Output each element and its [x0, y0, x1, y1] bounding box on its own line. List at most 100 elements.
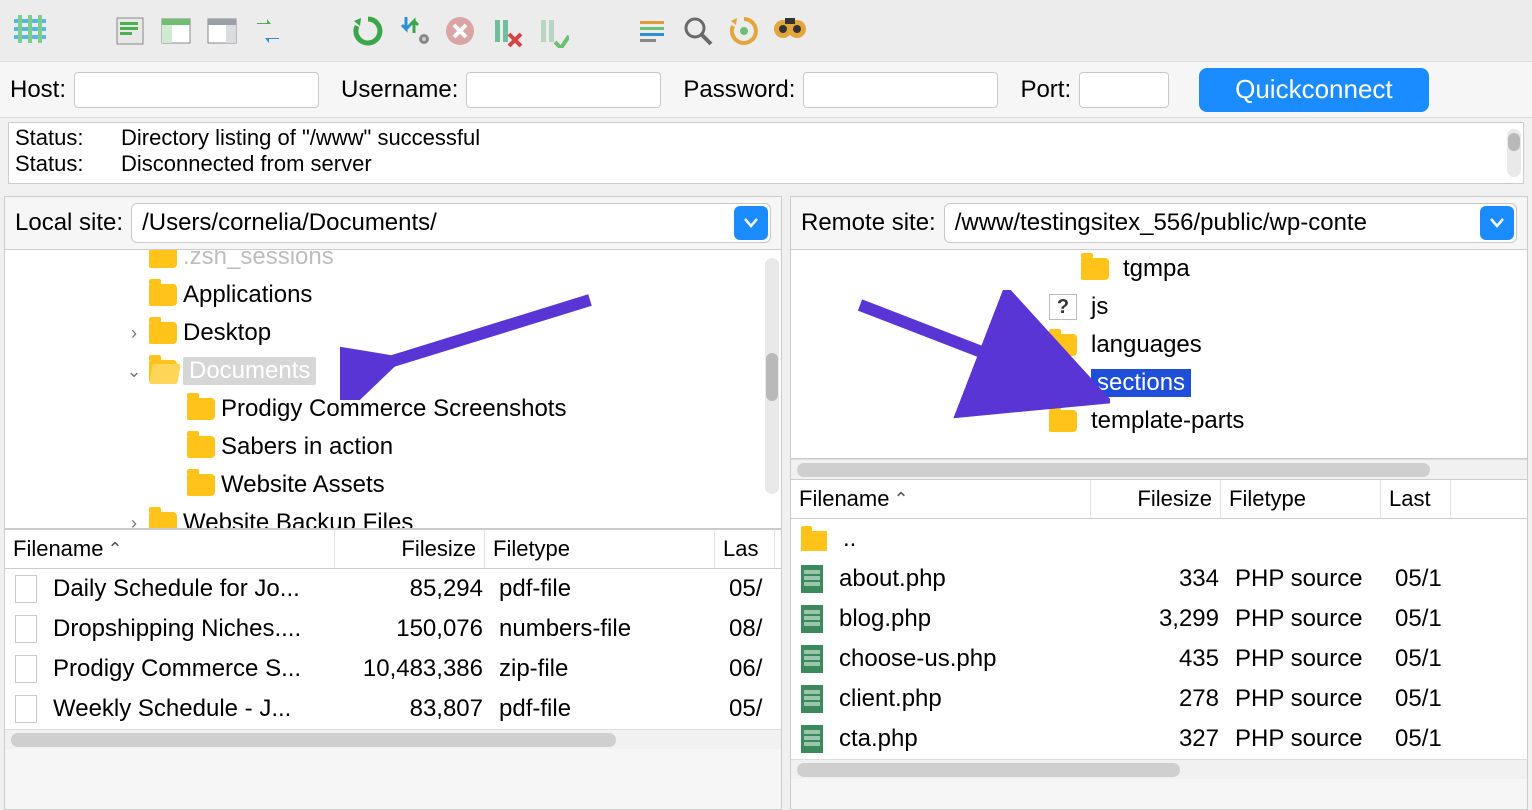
site-manager-icon[interactable]	[10, 11, 50, 51]
tree-item-label: Desktop	[183, 319, 271, 347]
toggle-log-icon[interactable]	[110, 11, 150, 51]
file-size: 85,294	[341, 575, 491, 603]
local-site-label: Local site:	[15, 209, 123, 237]
reconnect-icon[interactable]	[532, 11, 572, 51]
file-row[interactable]: Dropshipping Niches.... 150,076 numbers-…	[5, 609, 781, 649]
password-label: Password:	[683, 76, 795, 104]
compare-icon[interactable]	[724, 11, 764, 51]
tree-item[interactable]: languages	[791, 326, 1527, 364]
tree-item[interactable]: ›Website Backup Files	[5, 504, 781, 529]
host-label: Host:	[10, 76, 66, 104]
tree-item[interactable]: ⌄Documents	[5, 352, 781, 390]
tree-item[interactable]: Website Assets	[5, 466, 781, 504]
sort-asc-icon: ⌃	[107, 539, 122, 560]
toggle-remote-tree-icon[interactable]	[202, 11, 242, 51]
disconnect-icon[interactable]	[486, 11, 526, 51]
process-queue-icon[interactable]	[394, 11, 434, 51]
username-input[interactable]	[466, 72, 661, 108]
file-row[interactable]: about.php 334 PHP source 05/1	[791, 559, 1527, 599]
search-icon[interactable]	[678, 11, 718, 51]
file-type: PHP source	[1227, 725, 1387, 753]
file-row[interactable]: cta.php 327 PHP source 05/1	[791, 719, 1527, 759]
remote-file-list[interactable]: .. about.php 334 PHP source 05/1 blog.ph…	[791, 519, 1527, 759]
expand-chevron-icon[interactable]: ⌄	[125, 361, 143, 382]
remote-path-text: /www/testingsitex_556/public/wp-conte	[955, 209, 1367, 237]
file-name: Dropshipping Niches....	[45, 615, 341, 643]
tree-item[interactable]: sections	[791, 364, 1527, 402]
folder-icon	[1081, 258, 1109, 280]
sync-browse-icon[interactable]	[770, 11, 810, 51]
file-row[interactable]: Prodigy Commerce S... 10,483,386 zip-fil…	[5, 649, 781, 689]
unknown-folder-icon: ?	[1049, 294, 1077, 320]
filter-icon[interactable]	[632, 11, 672, 51]
file-modified: 05/1	[1387, 645, 1457, 673]
tree-item-label: sections	[1091, 369, 1191, 397]
host-input[interactable]	[74, 72, 319, 108]
port-input[interactable]	[1079, 72, 1169, 108]
local-pane: Local site: /Users/cornelia/Documents/ .…	[4, 196, 782, 810]
file-modified: 06/	[721, 655, 781, 683]
file-row[interactable]: ..	[791, 519, 1527, 559]
status-log: Status: Directory listing of "/www" succ…	[8, 122, 1524, 184]
cancel-icon[interactable]	[440, 11, 480, 51]
expand-chevron-icon[interactable]: ›	[125, 323, 143, 344]
remote-tree-hscrollbar[interactable]	[791, 459, 1527, 479]
chevron-down-icon[interactable]	[734, 206, 768, 240]
folder-icon	[149, 512, 177, 529]
remote-list-header[interactable]: Filename⌃ Filesize Filetype Last	[791, 479, 1527, 519]
file-size: 435	[1097, 645, 1227, 673]
file-type: pdf-file	[491, 575, 721, 603]
php-file-icon	[801, 725, 823, 753]
remote-site-label: Remote site:	[801, 209, 936, 237]
tree-item-label: js	[1091, 293, 1108, 321]
toggle-local-tree-icon[interactable]	[156, 11, 196, 51]
local-list-header[interactable]: Filename⌃ Filesize Filetype Las	[5, 529, 781, 569]
expand-chevron-icon[interactable]: ›	[125, 513, 143, 530]
file-modified: 05/1	[1387, 725, 1457, 753]
file-name: cta.php	[831, 725, 1097, 753]
status-scrollbar[interactable]	[1507, 129, 1521, 177]
tree-item[interactable]: Sabers in action	[5, 428, 781, 466]
quickconnect-button[interactable]: Quickconnect	[1199, 68, 1429, 112]
local-tree[interactable]: .zsh_sessionsApplications › Desktop ⌄Docume…	[5, 249, 781, 529]
tree-item[interactable]: template-parts	[791, 402, 1527, 440]
file-name: ..	[835, 525, 1101, 553]
local-path-text: /Users/cornelia/Documents/	[142, 209, 437, 237]
file-row[interactable]: Weekly Schedule - J... 83,807 pdf-file 0…	[5, 689, 781, 729]
local-hscrollbar[interactable]	[5, 729, 781, 749]
local-file-list[interactable]: Daily Schedule for Jo... 85,294 pdf-file…	[5, 569, 781, 729]
tree-item-label: Prodigy Commerce Screenshots	[221, 395, 566, 423]
tree-item[interactable]: .zsh_sessions	[5, 249, 781, 276]
php-file-icon	[801, 605, 823, 633]
file-row[interactable]: choose-us.php 435 PHP source 05/1	[791, 639, 1527, 679]
local-path-combo[interactable]: /Users/cornelia/Documents/	[131, 203, 771, 243]
quickconnect-bar: Host: Username: Password: Port: Quickcon…	[0, 62, 1532, 118]
tree-item[interactable]: Prodigy Commerce Screenshots	[5, 390, 781, 428]
remote-path-combo[interactable]: /www/testingsitex_556/public/wp-conte	[944, 203, 1517, 243]
file-size: 83,807	[341, 695, 491, 723]
tree-item[interactable]: › Desktop	[5, 314, 781, 352]
tree-scrollbar[interactable]	[765, 258, 779, 494]
tree-item[interactable]: Applications	[5, 276, 781, 314]
file-type: PHP source	[1227, 685, 1387, 713]
file-modified: 05/	[721, 575, 781, 603]
tree-item[interactable]: tgmpa	[791, 250, 1527, 288]
port-label: Port:	[1020, 76, 1071, 104]
remote-tree[interactable]: tgmpa? js languages sections template-parts	[791, 249, 1527, 459]
file-row[interactable]: blog.php 3,299 PHP source 05/1	[791, 599, 1527, 639]
tree-item[interactable]: ? js	[791, 288, 1527, 326]
toggle-queue-icon[interactable]	[248, 11, 288, 51]
chevron-down-icon[interactable]	[1480, 206, 1514, 240]
username-label: Username:	[341, 76, 458, 104]
file-type: PHP source	[1227, 565, 1387, 593]
refresh-icon[interactable]	[348, 11, 388, 51]
file-type: pdf-file	[491, 695, 721, 723]
file-name: blog.php	[831, 605, 1097, 633]
file-icon	[15, 575, 37, 603]
folder-icon	[801, 531, 827, 551]
file-row[interactable]: client.php 278 PHP source 05/1	[791, 679, 1527, 719]
remote-hscrollbar[interactable]	[791, 759, 1527, 779]
file-row[interactable]: Daily Schedule for Jo... 85,294 pdf-file…	[5, 569, 781, 609]
password-input[interactable]	[803, 72, 998, 108]
file-modified: 05/	[721, 695, 781, 723]
